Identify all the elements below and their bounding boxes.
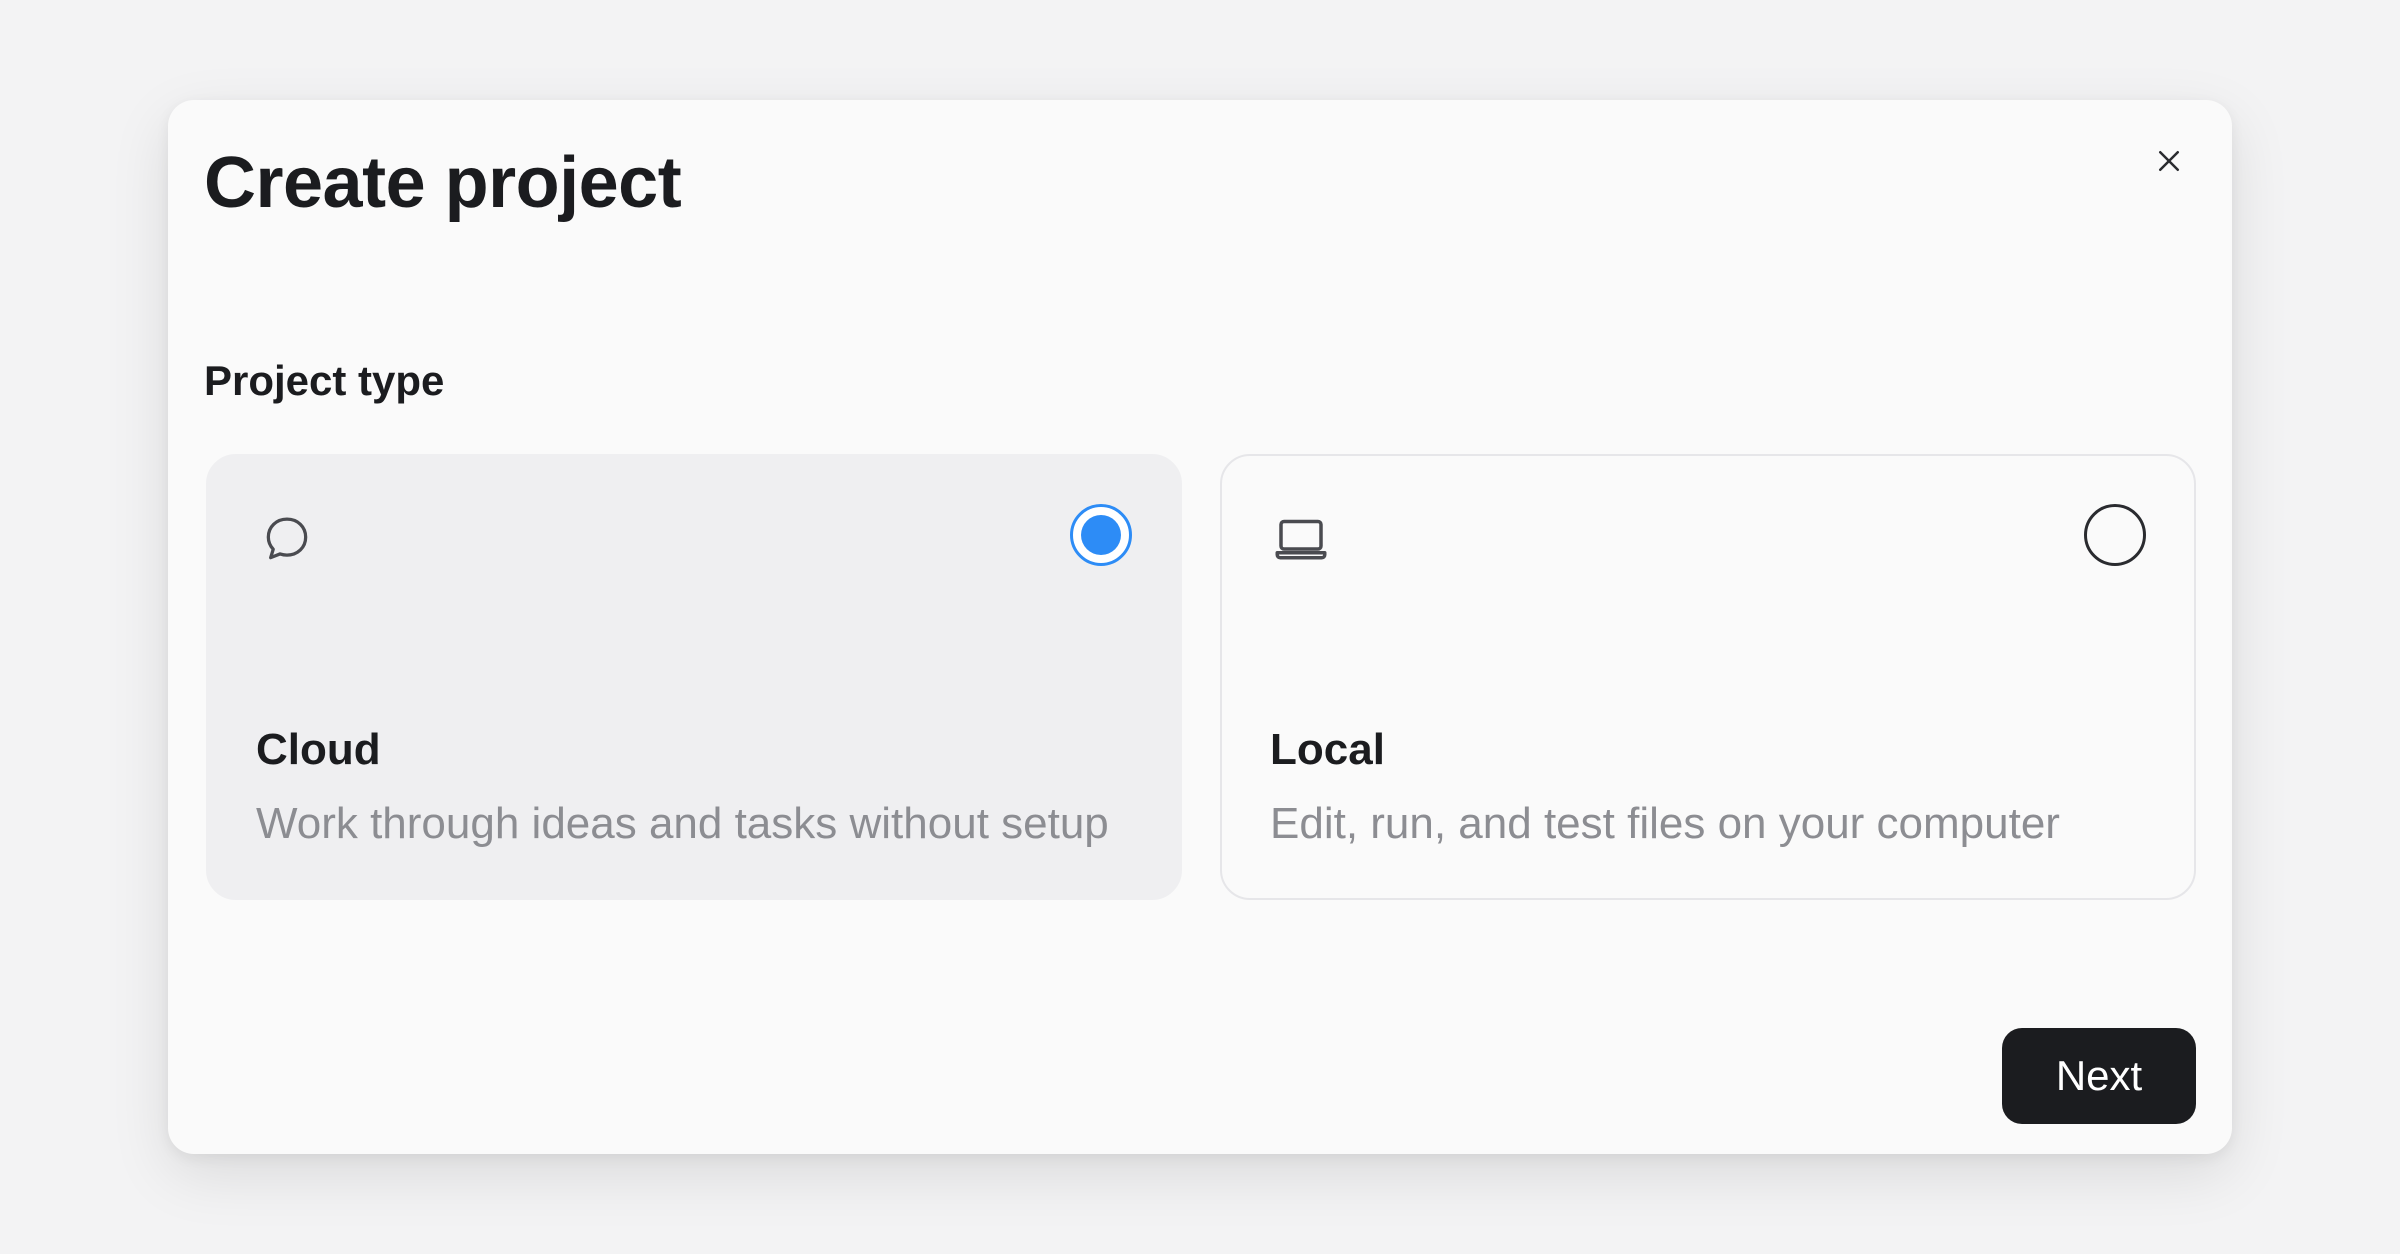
local-option-title: Local (1270, 725, 1385, 774)
project-type-option-local[interactable]: Local Edit, run, and test files on your … (1220, 454, 2196, 900)
cloud-option-title: Cloud (256, 725, 381, 774)
local-radio[interactable] (2084, 504, 2146, 566)
local-option-description: Edit, run, and test files on your comput… (1270, 799, 2060, 848)
dialog-title: Create project (204, 143, 682, 223)
project-type-option-cloud[interactable]: Cloud Work through ideas and tasks witho… (206, 454, 1182, 900)
cloud-radio[interactable] (1070, 504, 1132, 566)
chat-bubble-icon (256, 508, 318, 570)
create-project-dialog: Create project Project type Cloud Work t… (168, 100, 2232, 1154)
project-type-label: Project type (204, 357, 445, 404)
close-button[interactable] (2144, 138, 2194, 188)
next-button[interactable]: Next (2002, 1028, 2196, 1124)
cloud-option-description: Work through ideas and tasks without set… (256, 799, 1109, 848)
close-icon (2154, 146, 2184, 181)
laptop-icon (1270, 508, 1332, 570)
